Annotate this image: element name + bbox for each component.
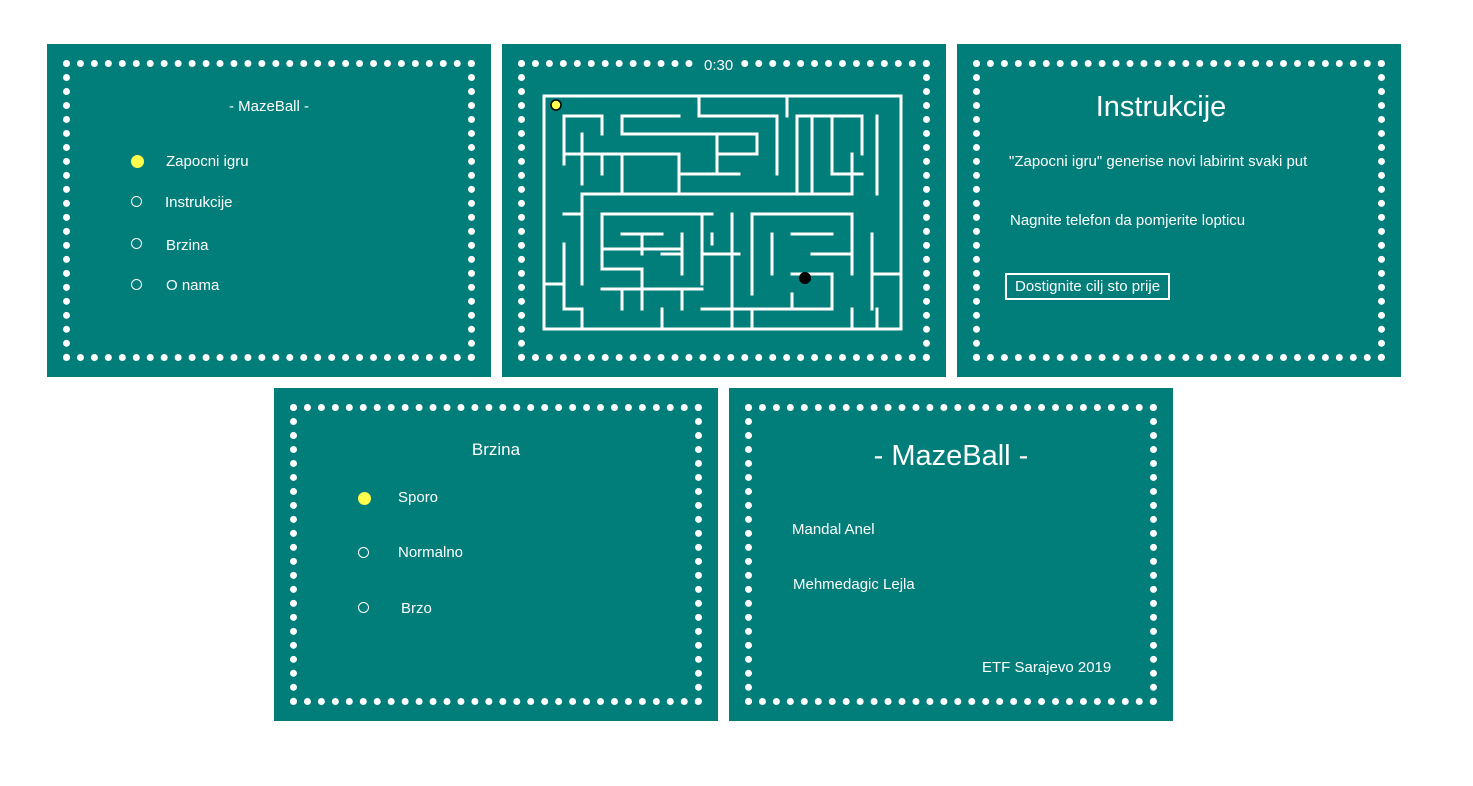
radio-icon — [131, 279, 142, 290]
main-menu-screen: - MazeBall - Zapocni igru Instrukcije Br… — [47, 44, 491, 377]
player-ball — [550, 99, 562, 111]
radio-icon — [131, 238, 142, 249]
about-title: - MazeBall - — [873, 440, 1029, 472]
menu-item-label: Brzina — [166, 237, 209, 254]
radio-icon — [131, 196, 142, 207]
game-screen: 0:30 — [502, 44, 946, 377]
goal-ball — [799, 272, 811, 284]
about-footer: ETF Sarajevo 2019 — [982, 659, 1112, 676]
radio-icon — [358, 602, 369, 613]
menu-item-label: Zapocni igru — [166, 153, 249, 170]
author-2: Mehmedagic Lejla — [793, 576, 915, 593]
about-screen: - MazeBall - Mandal Anel Mehmedagic Lejl… — [729, 388, 1173, 721]
menu-item-label: Instrukcije — [165, 194, 233, 211]
speed-option-label: Brzo — [401, 600, 432, 617]
radio-icon — [358, 547, 369, 558]
instructions-screen: Instrukcije "Zapocni igru" generise novi… — [957, 44, 1401, 377]
maze[interactable] — [502, 44, 946, 377]
radio-selected-icon — [358, 492, 371, 505]
speed-option-label: Sporo — [398, 489, 439, 506]
menu-item-label: O nama — [166, 277, 220, 294]
instructions-line-2: Nagnite telefon da pomjerite lopticu — [1010, 212, 1246, 229]
menu-title: - MazeBall - — [228, 98, 310, 115]
instructions-line-1: "Zapocni igru" generise novi labirint sv… — [1009, 153, 1308, 170]
radio-selected-icon — [131, 155, 144, 168]
speed-title: Brzina — [471, 440, 521, 459]
instructions-goal-box: Dostignite cilj sto prije — [1005, 273, 1171, 300]
speed-screen: Brzina Sporo Normalno Brzo — [274, 388, 718, 721]
author-1: Mandal Anel — [792, 521, 875, 538]
instructions-title: Instrukcije — [1095, 91, 1227, 123]
speed-option-label: Normalno — [398, 544, 464, 561]
